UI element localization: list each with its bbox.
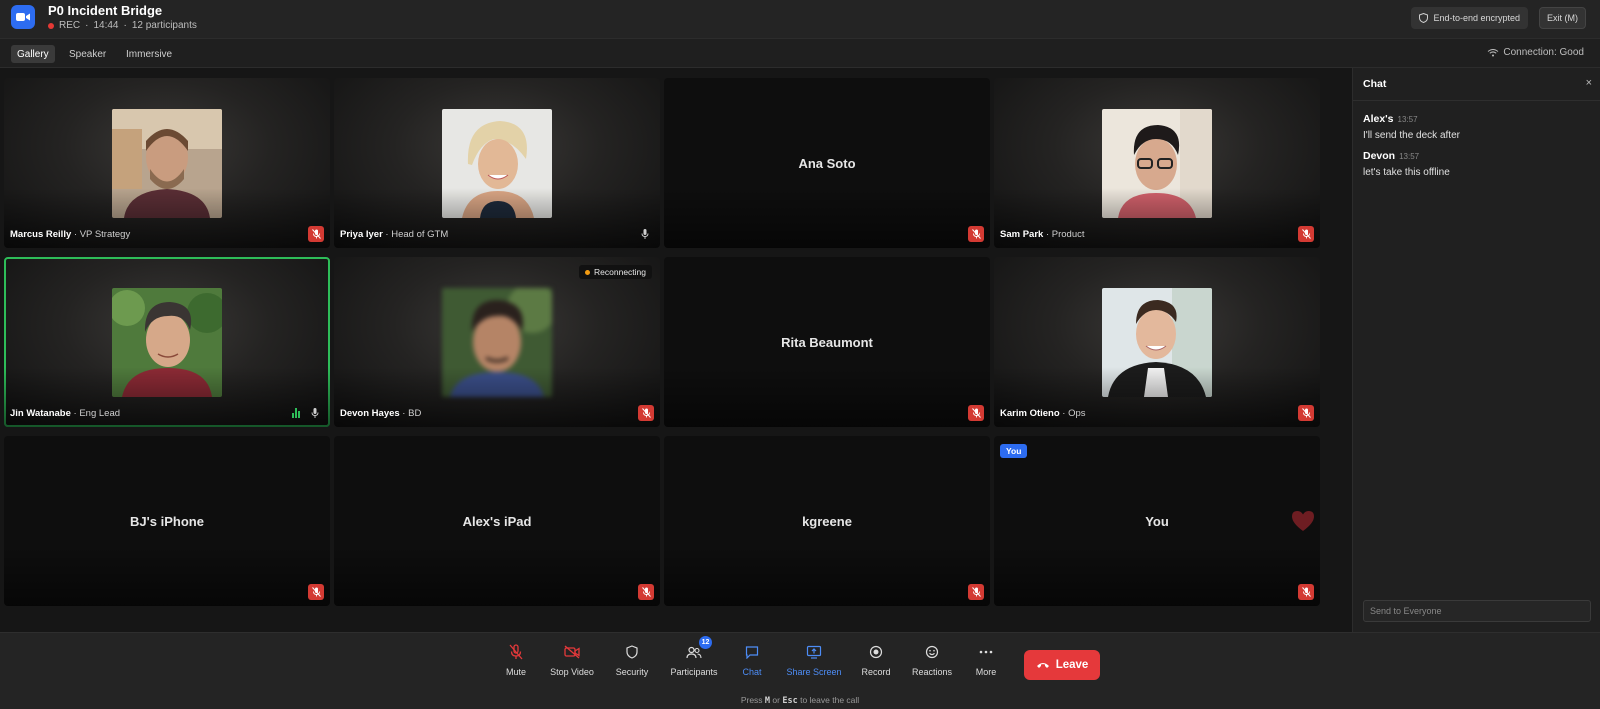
- participant-tile-self[interactable]: You You: [994, 436, 1320, 606]
- muted-mic-icon: [968, 584, 984, 600]
- participant-nameplate: Devon Hayes · BD: [340, 408, 422, 419]
- muted-mic-icon: [1298, 584, 1314, 600]
- people-icon: 12: [685, 636, 712, 661]
- close-icon[interactable]: ×: [1586, 77, 1592, 89]
- muted-mic-icon: [638, 405, 654, 421]
- mic-off-icon: [507, 643, 525, 661]
- muted-mic-icon: [1298, 226, 1314, 242]
- mic-icon: [641, 229, 649, 239]
- chat-input[interactable]: Send to Everyone: [1363, 600, 1591, 622]
- recording-dot-icon: [48, 23, 54, 29]
- tab-gallery[interactable]: Gallery: [11, 45, 55, 63]
- participant-tile[interactable]: Karim Otieno · Ops: [994, 257, 1320, 427]
- participant-tile[interactable]: Sam Park · Product: [994, 78, 1320, 248]
- participant-name-placeholder: Rita Beaumont: [781, 334, 873, 350]
- wifi-icon: [1488, 49, 1499, 57]
- heart-reaction-icon: [1292, 511, 1314, 531]
- meeting-toolbar: Mute Stop Video Security 12 Participants…: [0, 632, 1600, 709]
- participant-nameplate: Sam Park · Product: [1000, 229, 1085, 240]
- participant-nameplate: Priya Iyer · Head of GTM: [340, 229, 449, 240]
- view-switcher-bar: Gallery Speaker Immersive Connection: Go…: [0, 38, 1600, 68]
- more-button[interactable]: More: [953, 643, 1019, 677]
- chat-message: Alex's 13:57 I'll send the deck after: [1363, 109, 1460, 141]
- chat-time: 13:57: [1399, 152, 1420, 161]
- muted-mic-icon: [968, 405, 984, 421]
- meeting-header: P0 Incident Bridge REC · 14:44 · 12 part…: [0, 0, 1600, 38]
- leave-label: Leave: [1055, 659, 1089, 671]
- participant-tile[interactable]: Alex's iPad: [334, 436, 660, 606]
- participant-nameplate: Karim Otieno · Ops: [1000, 408, 1086, 419]
- muted-mic-icon: [968, 226, 984, 242]
- chat-title: Chat: [1363, 78, 1387, 90]
- chat-time: 13:57: [1397, 115, 1418, 124]
- ellipsis-icon: [977, 643, 995, 661]
- chat-author: Devon: [1363, 150, 1396, 162]
- participant-name-placeholder: You: [1145, 513, 1169, 529]
- chat-text: I'll send the deck after: [1363, 130, 1460, 141]
- participant-nameplate: Marcus Reilly · VP Strategy: [10, 229, 131, 240]
- muted-mic-icon: [1298, 405, 1314, 421]
- hang-up-icon: [1036, 663, 1049, 668]
- encryption-label: End-to-end encrypted: [1433, 13, 1520, 23]
- participant-name-placeholder: Alex's iPad: [462, 513, 532, 529]
- chat-message: Devon 13:57 let's take this offline: [1363, 146, 1450, 178]
- record-icon: [867, 643, 885, 661]
- video-gallery: Marcus Reilly · VP Strategy Priya Iyer ·…: [0, 68, 1352, 632]
- share-screen-button[interactable]: Share Screen: [781, 643, 847, 677]
- meeting-title: P0 Incident Bridge: [48, 3, 163, 18]
- participant-name-placeholder: BJ's iPhone: [130, 513, 204, 529]
- tab-speaker[interactable]: Speaker: [63, 45, 112, 63]
- video-off-icon: [563, 643, 581, 661]
- reconnecting-badge: Reconnecting: [579, 265, 652, 279]
- participant-tile[interactable]: Reconnecting Devon Hayes · BD: [334, 257, 660, 427]
- participant-count: 12 participants: [131, 20, 197, 31]
- muted-mic-icon: [638, 584, 654, 600]
- participant-nameplate: Jin Watanabe · Eng Lead: [10, 408, 121, 419]
- participant-tile[interactable]: Priya Iyer · Head of GTM: [334, 78, 660, 248]
- meeting-meta: REC · 14:44 · 12 participants: [48, 19, 197, 33]
- participant-tile[interactable]: kgreene: [664, 436, 990, 606]
- participant-name-placeholder: kgreene: [802, 513, 852, 529]
- participant-tile[interactable]: Marcus Reilly · VP Strategy: [4, 78, 330, 248]
- chat-bubble-icon: [743, 643, 761, 661]
- shield-icon: [1419, 13, 1429, 23]
- connection-status[interactable]: Connection: Good: [1487, 47, 1584, 58]
- rec-label: REC: [59, 20, 81, 31]
- reconnecting-dot-icon: [585, 269, 591, 275]
- tab-immersive[interactable]: Immersive: [120, 45, 178, 63]
- chat-panel: Chat × Alex's 13:57 I'll send the deck af…: [1352, 68, 1600, 632]
- meeting-timer: 14:44: [93, 20, 119, 31]
- share-screen-icon: [805, 643, 823, 661]
- muted-mic-icon: [308, 584, 324, 600]
- participant-name-placeholder: Ana Soto: [798, 155, 856, 171]
- participant-tile[interactable]: BJ's iPhone: [4, 436, 330, 606]
- smiley-icon: [923, 643, 941, 661]
- chat-author: Alex's: [1363, 113, 1394, 125]
- connection-label: Connection: Good: [1503, 47, 1584, 58]
- video-camera-app-icon: [11, 5, 35, 29]
- participant-tile-active-speaker[interactable]: Jin Watanabe · Eng Lead: [4, 257, 330, 427]
- speaking-indicator-icon: [292, 408, 302, 418]
- chat-text: let's take this offline: [1363, 167, 1450, 178]
- leave-button[interactable]: Leave: [1024, 650, 1100, 680]
- stop-video-button[interactable]: Stop Video: [539, 643, 605, 677]
- leave-shortcut-hint: Press M or Esc to leave the call: [740, 695, 860, 706]
- chat-button[interactable]: Chat: [719, 643, 785, 677]
- shield-icon: [623, 643, 641, 661]
- participants-button[interactable]: 12 Participants: [661, 636, 727, 677]
- participant-tile[interactable]: Ana Soto: [664, 78, 990, 248]
- mic-icon: [311, 408, 319, 418]
- participants-count-badge: 12: [699, 636, 712, 649]
- security-button[interactable]: Security: [599, 643, 665, 677]
- exit-button[interactable]: Exit (M): [1539, 7, 1586, 29]
- muted-mic-icon: [308, 226, 324, 242]
- encryption-badge[interactable]: End-to-end encrypted: [1411, 7, 1528, 29]
- participant-tile[interactable]: Rita Beaumont: [664, 257, 990, 427]
